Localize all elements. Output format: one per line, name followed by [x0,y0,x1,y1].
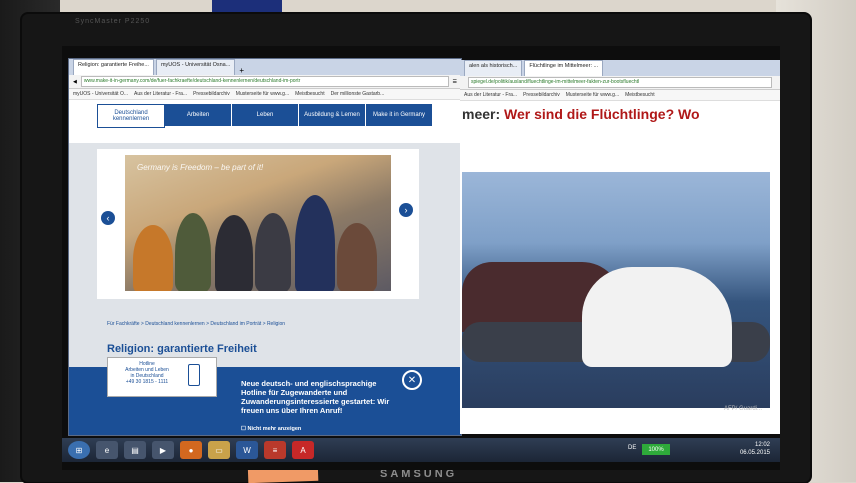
site-nav: Deutschland kennenlernen Arbeiten Leben … [97,104,461,128]
hotline-text: Neue deutsch- und englischsprachige Hotl… [241,379,390,415]
news-photo [462,172,770,408]
headline-text: Wer sind die Flüchtlinge? Wo [504,106,700,122]
no-more-checkbox[interactable]: ☐ Nicht mehr anzeigen [241,426,301,432]
bookmark[interactable]: Meistbesucht [625,92,654,98]
right-tab-1[interactable]: alen als historisch... [464,60,523,76]
left-tab-2[interactable]: myUOS - Universität Osna... [155,59,236,75]
left-tab-bar: Religion: garantierte Freihe... myUOS - … [69,59,461,75]
person [133,225,173,291]
photo-slogan: Germany is Freedom – be part of it! [137,163,264,172]
left-tab-1[interactable]: Religion: garantierte Freihe... [73,59,154,75]
next-arrow-icon[interactable]: › [399,203,413,217]
menu-icon[interactable]: ☰ [453,79,457,85]
clock-date: 06.05.2015 [739,450,770,456]
bookmark[interactable]: Musterseite für www.g... [566,92,619,98]
nav-deutschland[interactable]: Deutschland kennenlernen [97,104,165,128]
app-icon[interactable]: ≡ [264,441,286,459]
page-title: Religion: garantierte Freiheit [107,343,257,355]
bookmark[interactable]: myUOS - Universität O... [73,91,128,97]
new-tab-icon[interactable]: + [239,66,244,75]
right-url-bar: spiegel.de/politik/ausland/fluechtlinge-… [460,76,780,90]
pdf-icon[interactable]: A [292,441,314,459]
back-icon[interactable]: ◀ [73,79,77,85]
taskbar: ⊞ e ▤ ▶ ● ▭ W ≡ A 100% DE 12:02 06.05.20… [62,438,780,462]
person [295,195,335,291]
language-indicator[interactable]: DE [628,445,636,451]
article-headline: meer: Wer sind die Flüchtlinge? Wo [462,106,700,122]
monitor-screen: Religion: garantierte Freihe... myUOS - … [62,46,780,470]
bookmark[interactable]: Aus der Literatur - Fra... [134,91,187,97]
bookmark[interactable]: Pressebildarchiv [523,92,560,98]
person [215,215,253,291]
right-tab-bar: alen als historisch... Flüchtlinge im Mi… [460,60,780,76]
explorer-icon[interactable]: ▤ [124,441,146,459]
start-icon[interactable]: ⊞ [68,441,90,459]
photo-credit: AFP/ Guardi... [724,406,763,412]
nav-arbeiten[interactable]: Arbeiten [165,104,232,126]
media-icon[interactable]: ▶ [152,441,174,459]
left-bookmarks-bar: myUOS - Universität O... Aus der Literat… [69,89,461,100]
word-icon[interactable]: W [236,441,258,459]
bookmark[interactable]: Meistbesucht [295,91,324,97]
clock-time: 12:02 [754,442,770,448]
right-url-input[interactable]: spiegel.de/politik/ausland/fluechtlinge-… [468,77,772,88]
nav-make-it[interactable]: Make it in Germany [366,104,433,126]
no-more-label: Nicht mehr anzeigen [247,426,302,432]
bookmark[interactable]: Pressebildarchiv [193,91,230,97]
phone-icon [188,364,200,386]
monitor-model: SyncMaster P2250 [75,18,151,25]
bookmark[interactable]: Musterseite für www.g... [236,91,289,97]
rescuer [582,267,732,367]
folder-icon[interactable]: ▭ [208,441,230,459]
person [337,223,377,291]
hotline-badge: Hotline Arbeiten und Leben in Deutschlan… [107,357,217,397]
bookmark[interactable]: Aus der Literatur - Fra... [464,92,517,98]
person [255,213,291,291]
left-browser-window: Religion: garantierte Freihe... myUOS - … [68,58,462,436]
left-url-bar: ◀ www.make-it-in-germany.com/de/fuer-fac… [69,75,461,89]
bookmark[interactable]: Der millionste Gastarb... [331,91,385,97]
clock[interactable]: 12:02 06.05.2015 [740,441,770,457]
close-icon[interactable]: ✕ [402,370,422,390]
person [175,213,211,291]
hotline-phone: +49 30 1815 - 1111 [125,379,169,385]
breadcrumb: Für Fachkräfte > Deutschland kennenlerne… [107,321,286,327]
right-bookmarks-bar: Aus der Literatur - Fra... Pressebildarc… [460,90,780,101]
battery-indicator[interactable]: 100% [642,444,670,455]
prev-arrow-icon[interactable]: ‹ [101,211,115,225]
nav-leben[interactable]: Leben [232,104,299,126]
group-photo: Germany is Freedom – be part of it! [125,155,391,291]
headline-prefix: meer: [462,106,501,122]
nav-ausbildung[interactable]: Ausbildung & Lernen [299,104,366,126]
right-tab-2[interactable]: Flüchtlinge im Mittelmeer: ... [524,60,604,76]
ie-icon[interactable]: e [96,441,118,459]
left-url-input[interactable]: www.make-it-in-germany.com/de/fuer-fachk… [80,76,449,87]
firefox-icon[interactable]: ● [180,441,202,459]
